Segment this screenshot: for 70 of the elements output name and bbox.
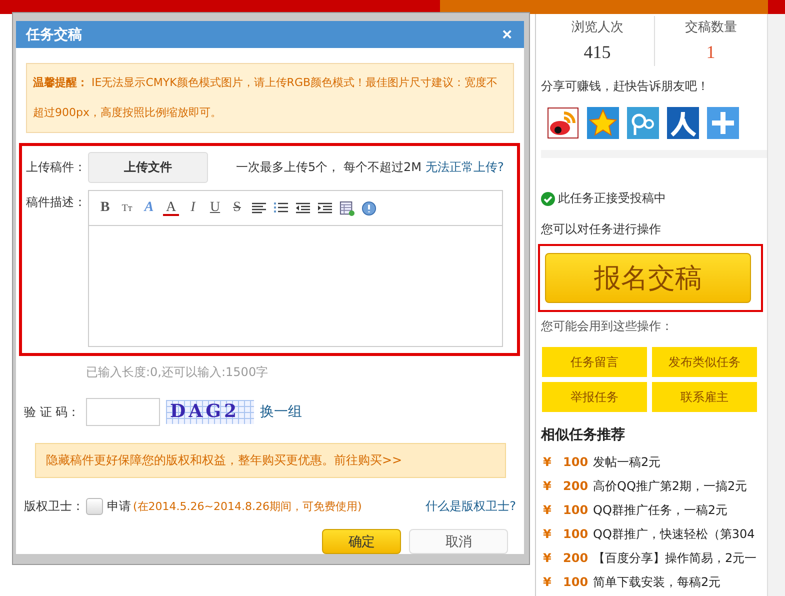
person-icon[interactable] (667, 107, 699, 139)
action-button[interactable]: 联系雇主 (652, 382, 757, 412)
operations-text: 您可能会用到这些操作： (541, 318, 674, 335)
underline-button[interactable]: U (207, 200, 223, 216)
reward-amount: 200 (563, 551, 590, 565)
strikethrough-button[interactable]: S (229, 200, 245, 216)
captcha-input[interactable] (86, 398, 160, 426)
notice-text: 温馨提醒： IE无法显示CMYK颜色模式图片，请上传RGB颜色模式！最佳图片尺寸建议：宽度不超过900px，高度按照比例缩放即可。 (26, 63, 514, 133)
table-icon[interactable] (339, 200, 355, 216)
dialog-title: 任务交稿 (26, 26, 82, 44)
font-size-button[interactable]: Tт (119, 202, 135, 214)
bold-button[interactable]: B (97, 200, 113, 216)
task-link[interactable]: 高价QQ推广第2期，一搞2元 (593, 478, 748, 494)
upload-hint: 一次最多上传5个， 每个不超过2M (236, 159, 422, 176)
currency-sign: ¥ (542, 479, 552, 493)
reward-amount: 200 (563, 479, 590, 493)
help-link[interactable]: 无法正常上传? (425, 159, 504, 176)
task-link[interactable]: 【百度分享】操作简易，2元一 (593, 550, 757, 566)
indent-icon[interactable] (317, 200, 333, 216)
reward-amount: 100 (563, 527, 590, 541)
operate-text: 您可以对任务进行操作 (541, 221, 662, 238)
currency-sign: ¥ (542, 527, 552, 541)
check-icon (541, 192, 555, 206)
reward-amount: 100 (563, 575, 590, 589)
swirl-icon[interactable] (627, 107, 659, 139)
action-button[interactable]: 任务留言 (542, 347, 647, 377)
field-label: 版权卫士： (24, 498, 85, 515)
currency-sign: ¥ (542, 551, 552, 565)
task-link[interactable]: QQ群推广，快速轻松（第304 (593, 526, 755, 542)
align-icon[interactable] (251, 200, 267, 216)
list-icon[interactable] (273, 200, 289, 216)
submit-entry-button[interactable]: 报名交稿 (545, 253, 751, 303)
task-link[interactable]: 发帖一稿2元 (593, 454, 661, 470)
free-period-text: (在2014.5.26~2014.8.26期间，可免费使用) (133, 499, 362, 514)
italic-button[interactable]: I (185, 200, 201, 216)
rich-text-editor[interactable]: B Tт A A I U S (88, 190, 503, 347)
confirm-button[interactable]: 确定 (322, 529, 401, 554)
currency-sign: ¥ (542, 575, 552, 589)
field-label: 验 证 码： (24, 404, 81, 420)
reward-amount: 100 (563, 503, 590, 517)
font-color-button[interactable]: A (163, 200, 179, 216)
cancel-button[interactable]: 取消 (409, 529, 508, 554)
char-count: 已输入长度:0,还可以输入:1500字 (86, 364, 270, 381)
outdent-icon[interactable] (295, 200, 311, 216)
action-button[interactable]: 举报任务 (542, 382, 647, 412)
checkbox[interactable] (86, 498, 103, 515)
reward-amount: 100 (563, 455, 590, 469)
captcha-image: DAG2 (166, 400, 254, 424)
refresh-captcha-link[interactable]: 换一组 (260, 403, 302, 421)
upload-button[interactable]: 上传文件 (88, 152, 208, 183)
stat-value: 415 (584, 42, 611, 63)
apply-label: 申请 (107, 498, 131, 515)
field-label: 稿件描述： (26, 194, 87, 211)
section-title: 相似任务推荐 (541, 426, 626, 444)
action-button[interactable]: 发布类似任务 (652, 347, 757, 377)
stat-label: 浏览人次 (571, 19, 624, 36)
feed-icon[interactable] (547, 107, 579, 139)
currency-sign: ¥ (542, 455, 552, 469)
info-icon[interactable] (361, 200, 377, 216)
stat-label: 交稿数量 (684, 19, 737, 36)
stat-value: 1 (706, 42, 716, 63)
task-link[interactable]: QQ群推广任务，一稿2元 (593, 502, 728, 518)
star-icon[interactable] (587, 107, 619, 139)
field-label: 上传稿件： (26, 159, 87, 176)
status-text: 此任务正接受投稿中 (558, 190, 666, 207)
share-text: 分享可赚钱，赶快告诉朋友吧！ (541, 78, 710, 95)
currency-sign: ¥ (542, 503, 552, 517)
task-link[interactable]: 简单下载安装，每稿2元 (593, 574, 721, 590)
plus-icon[interactable] (707, 107, 739, 139)
help-link[interactable]: 什么是版权卫士? (426, 498, 516, 515)
